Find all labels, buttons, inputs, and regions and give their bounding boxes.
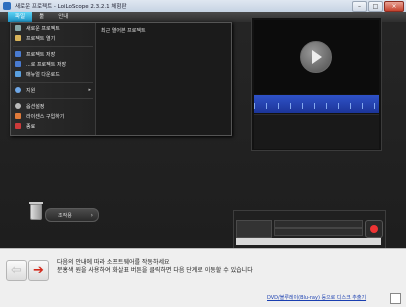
menu-item-exit[interactable]: 종료 [11, 121, 95, 131]
preview-lower-area [254, 114, 379, 149]
new-project-icon [15, 25, 21, 31]
preview-screen [254, 20, 379, 94]
capture-panel [233, 210, 386, 250]
resize-grip-icon[interactable] [390, 293, 401, 304]
menu-item-label: 프로젝트 저장 [26, 51, 56, 58]
window-title: 새로운 프로젝트 - LoiLoScope 2.3.2.1 체험판 [15, 4, 127, 10]
guide-text-line-2: 분홍색 원을 사용하여 화살표 버튼을 클릭하면 다음 단계로 이동할 수 있습… [57, 267, 253, 274]
file-menu-items: 새로운 프로젝트 프로젝트 열기 프로젝트 저장 ...로 프로젝트 저장 매뉴… [11, 23, 96, 135]
menu-item-download-manual[interactable]: 매뉴얼 다운로드 [11, 69, 95, 79]
settings-icon [15, 103, 21, 109]
menu-separator [13, 43, 93, 47]
guide-panel: ⇦ ➔ 다음의 안내에 따라 소프트웨어를 작동하세요 분홍색 원을 사용하여 … [0, 248, 406, 307]
cart-icon [15, 113, 21, 119]
preview-panel [251, 17, 382, 151]
menu-item-label: 지원 [26, 87, 36, 94]
menu-item-label: 프로젝트 열기 [26, 35, 56, 42]
next-arrow-button[interactable]: ➔ [28, 260, 49, 281]
minimize-button[interactable]: – [352, 1, 367, 12]
timeline-ruler [254, 103, 379, 109]
submenu-arrow-icon: ▸ [88, 87, 91, 93]
window-controls: – □ × [352, 1, 404, 12]
open-folder-icon [15, 35, 21, 41]
menu-item-options[interactable]: 옵션설정 [11, 101, 95, 111]
play-icon[interactable] [300, 41, 332, 73]
close-button[interactable]: × [384, 1, 404, 12]
tab-file[interactable]: 파일 [8, 12, 33, 22]
save-icon [15, 51, 21, 57]
exit-icon [15, 123, 21, 129]
dvd-extract-link[interactable]: DVD/블루레이(Blu-ray) 등으로 디스크 추출기 [267, 294, 366, 301]
trash-icon[interactable] [29, 202, 43, 220]
recent-projects-panel: 최근 열어본 프로젝트 [96, 23, 231, 135]
app-window: 새로운 프로젝트 - LoiLoScope 2.3.2.1 체험판 – □ × … [0, 0, 406, 307]
menu-item-label: 옵션설정 [26, 103, 45, 110]
menu-item-label: 종료 [26, 123, 36, 130]
menu-item-label: 새로운 프로젝트 [26, 25, 60, 32]
title-bar: 새로운 프로젝트 - LoiLoScope 2.3.2.1 체험판 – □ × [0, 0, 406, 12]
menu-item-save-project[interactable]: 프로젝트 저장 [11, 49, 95, 59]
menu-separator [13, 79, 93, 83]
chevron-right-icon: › [90, 211, 93, 219]
menu-item-label: ...로 프로젝트 저장 [26, 61, 67, 68]
trash-pill-button[interactable]: 조작용 › [45, 208, 99, 222]
capture-field-1[interactable] [274, 220, 363, 228]
record-icon[interactable] [365, 220, 383, 238]
save-as-icon [15, 61, 21, 67]
file-menu-dropdown: 새로운 프로젝트 프로젝트 열기 프로젝트 저장 ...로 프로젝트 저장 매뉴… [10, 22, 232, 136]
back-arrow-button[interactable]: ⇦ [6, 260, 27, 281]
menu-item-buy-license[interactable]: 라이센스 구입하기 [11, 111, 95, 121]
trash-pill-label: 조작용 [58, 212, 72, 219]
menu-item-label: 라이센스 구입하기 [26, 113, 65, 120]
tab-tools[interactable]: 툴 [32, 12, 51, 22]
capture-thumbnail [236, 220, 272, 238]
maximize-button[interactable]: □ [368, 1, 383, 12]
capture-status-bar [236, 238, 381, 245]
menu-item-save-as[interactable]: ...로 프로젝트 저장 [11, 59, 95, 69]
capture-field-2[interactable] [274, 228, 363, 236]
recent-projects-title: 최근 열어본 프로젝트 [101, 28, 146, 34]
app-logo-icon [3, 2, 11, 10]
menu-separator [13, 95, 93, 99]
timeline-bar[interactable] [254, 95, 379, 113]
download-manual-icon [15, 71, 21, 77]
tab-guide[interactable]: 안내 [51, 12, 75, 22]
menu-item-new-project[interactable]: 새로운 프로젝트 [11, 23, 95, 33]
help-icon [15, 87, 21, 93]
menu-item-support[interactable]: 지원 ▸ [11, 85, 95, 95]
menu-item-label: 매뉴얼 다운로드 [26, 71, 60, 78]
menu-item-open-project[interactable]: 프로젝트 열기 [11, 33, 95, 43]
